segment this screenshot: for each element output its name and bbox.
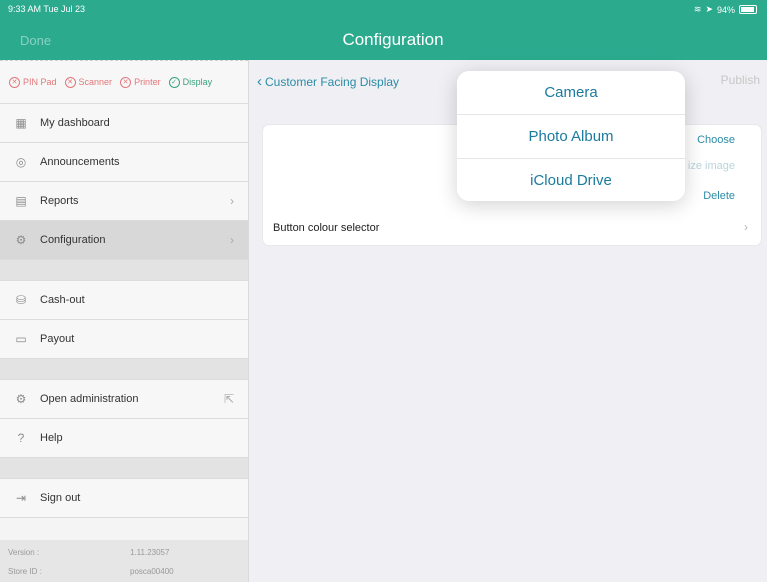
document-icon: ▤ [15,194,27,208]
device-status-printer: ✕ Printer [120,76,161,88]
choose-button[interactable]: Choose [697,134,735,146]
app-info: Version : 1.11.23057 Store ID : posca004… [0,540,248,582]
delete-button[interactable]: Delete [703,190,735,202]
app-header: 9:33 AM Tue Jul 23 ≋ ➤ 94% Done Configur… [0,0,767,60]
announcement-icon: ◎ [15,155,27,169]
version-value: 1.11.23057 [130,548,170,557]
resize-image-button[interactable]: ize image [688,160,735,172]
sidebar-item-open-administration[interactable]: ⚙ Open administration ⇱ [0,380,248,419]
sidebar-item-label: Help [40,432,63,444]
publish-button[interactable]: Publish [721,73,760,87]
sidebar: ✕ PIN Pad ✕ Scanner ✕ Printer ✓ Display ▦ My… [0,60,249,582]
status-right: ≋ ➤ 94% [694,4,757,15]
sidebar-item-label: Open administration [40,393,139,405]
sidebar-item-label: Reports [40,195,79,207]
error-icon: ✕ [9,76,20,88]
device-status-label: Display [182,77,213,87]
chevron-right-icon: › [744,220,748,234]
store-id-value: posca00400 [130,567,174,576]
chevron-right-icon: › [230,194,234,208]
version-label: Version : [8,548,40,557]
sidebar-item-payout[interactable]: ▭ Payout [0,320,248,359]
sidebar-item-label: Payout [40,333,75,345]
sidebar-item-reports[interactable]: ▤ Reports › [0,182,248,221]
wifi-icon: ≋ [693,4,702,14]
sidebar-divider [0,260,248,281]
store-id-row: Store ID : posca00400 [8,567,238,579]
gear-icon: ⚙ [15,233,27,247]
device-status-pin-pad: ✕ PIN Pad [9,76,57,88]
check-icon: ✓ [168,76,180,88]
photo-album-option[interactable]: Photo Album [457,115,685,159]
battery-fill [741,7,755,12]
done-button[interactable]: Done [20,33,51,48]
location-icon: ➤ [705,4,713,14]
chevron-right-icon: › [230,233,234,247]
camera-option[interactable]: Camera [457,71,685,115]
device-status-label: Printer [134,77,161,87]
back-button[interactable]: ‹ Customer Facing Display [257,73,399,90]
sidebar-item-announcements[interactable]: ◎ Announcements [0,143,248,182]
battery-percent: 94% [716,4,735,15]
gear-icon: ⚙ [15,392,27,406]
store-id-label: Store ID : [8,567,42,576]
chevron-left-icon: ‹ [257,73,262,90]
image-source-popover: Camera Photo Album iCloud Drive [457,71,685,201]
sidebar-item-cash-out[interactable]: ⛁ Cash-out [0,281,248,320]
external-link-icon: ⇱ [223,392,234,406]
device-status-label: Scanner [78,77,113,87]
device-status-bar: ✕ PIN Pad ✕ Scanner ✕ Printer ✓ Display [0,60,248,104]
icloud-drive-option[interactable]: iCloud Drive [457,159,685,201]
back-label: Customer Facing Display [265,74,400,89]
error-icon: ✕ [64,76,76,88]
sidebar-item-my-dashboard[interactable]: ▦ My dashboard [0,104,248,143]
dashboard-icon: ▦ [15,116,27,130]
sidebar-divider [0,359,248,380]
device-status-scanner: ✕ Scanner [64,76,113,88]
device-status-label: PIN Pad [23,77,57,87]
version-row: Version : 1.11.23057 [8,548,238,560]
piggy-bank-icon: ⛁ [15,293,27,307]
help-icon: ? [17,431,25,445]
sidebar-item-label: Sign out [40,492,81,504]
sidebar-item-configuration[interactable]: ⚙ Configuration › [0,221,248,260]
device-status-display: ✓ Display [168,76,213,88]
sign-out-icon: ⇥ [15,491,27,505]
sidebar-item-label: Configuration [40,234,106,246]
sidebar-item-label: Cash-out [40,294,85,306]
sidebar-item-label: Announcements [40,156,120,168]
button-colour-selector-row[interactable]: Button colour selector [273,222,379,234]
page-title: Configuration [342,30,444,49]
sidebar-divider [0,458,248,479]
status-time: 9:33 AM Tue Jul 23 [8,4,86,14]
sidebar-item-sign-out[interactable]: ⇥ Sign out [0,479,248,518]
status-bar: 9:33 AM Tue Jul 23 ≋ ➤ 94% [0,0,767,17]
error-icon: ✕ [120,76,132,88]
sidebar-item-label: My dashboard [40,117,110,129]
sidebar-item-help[interactable]: ? Help [0,419,248,458]
money-icon: ▭ [15,332,27,346]
battery-icon [739,5,757,14]
